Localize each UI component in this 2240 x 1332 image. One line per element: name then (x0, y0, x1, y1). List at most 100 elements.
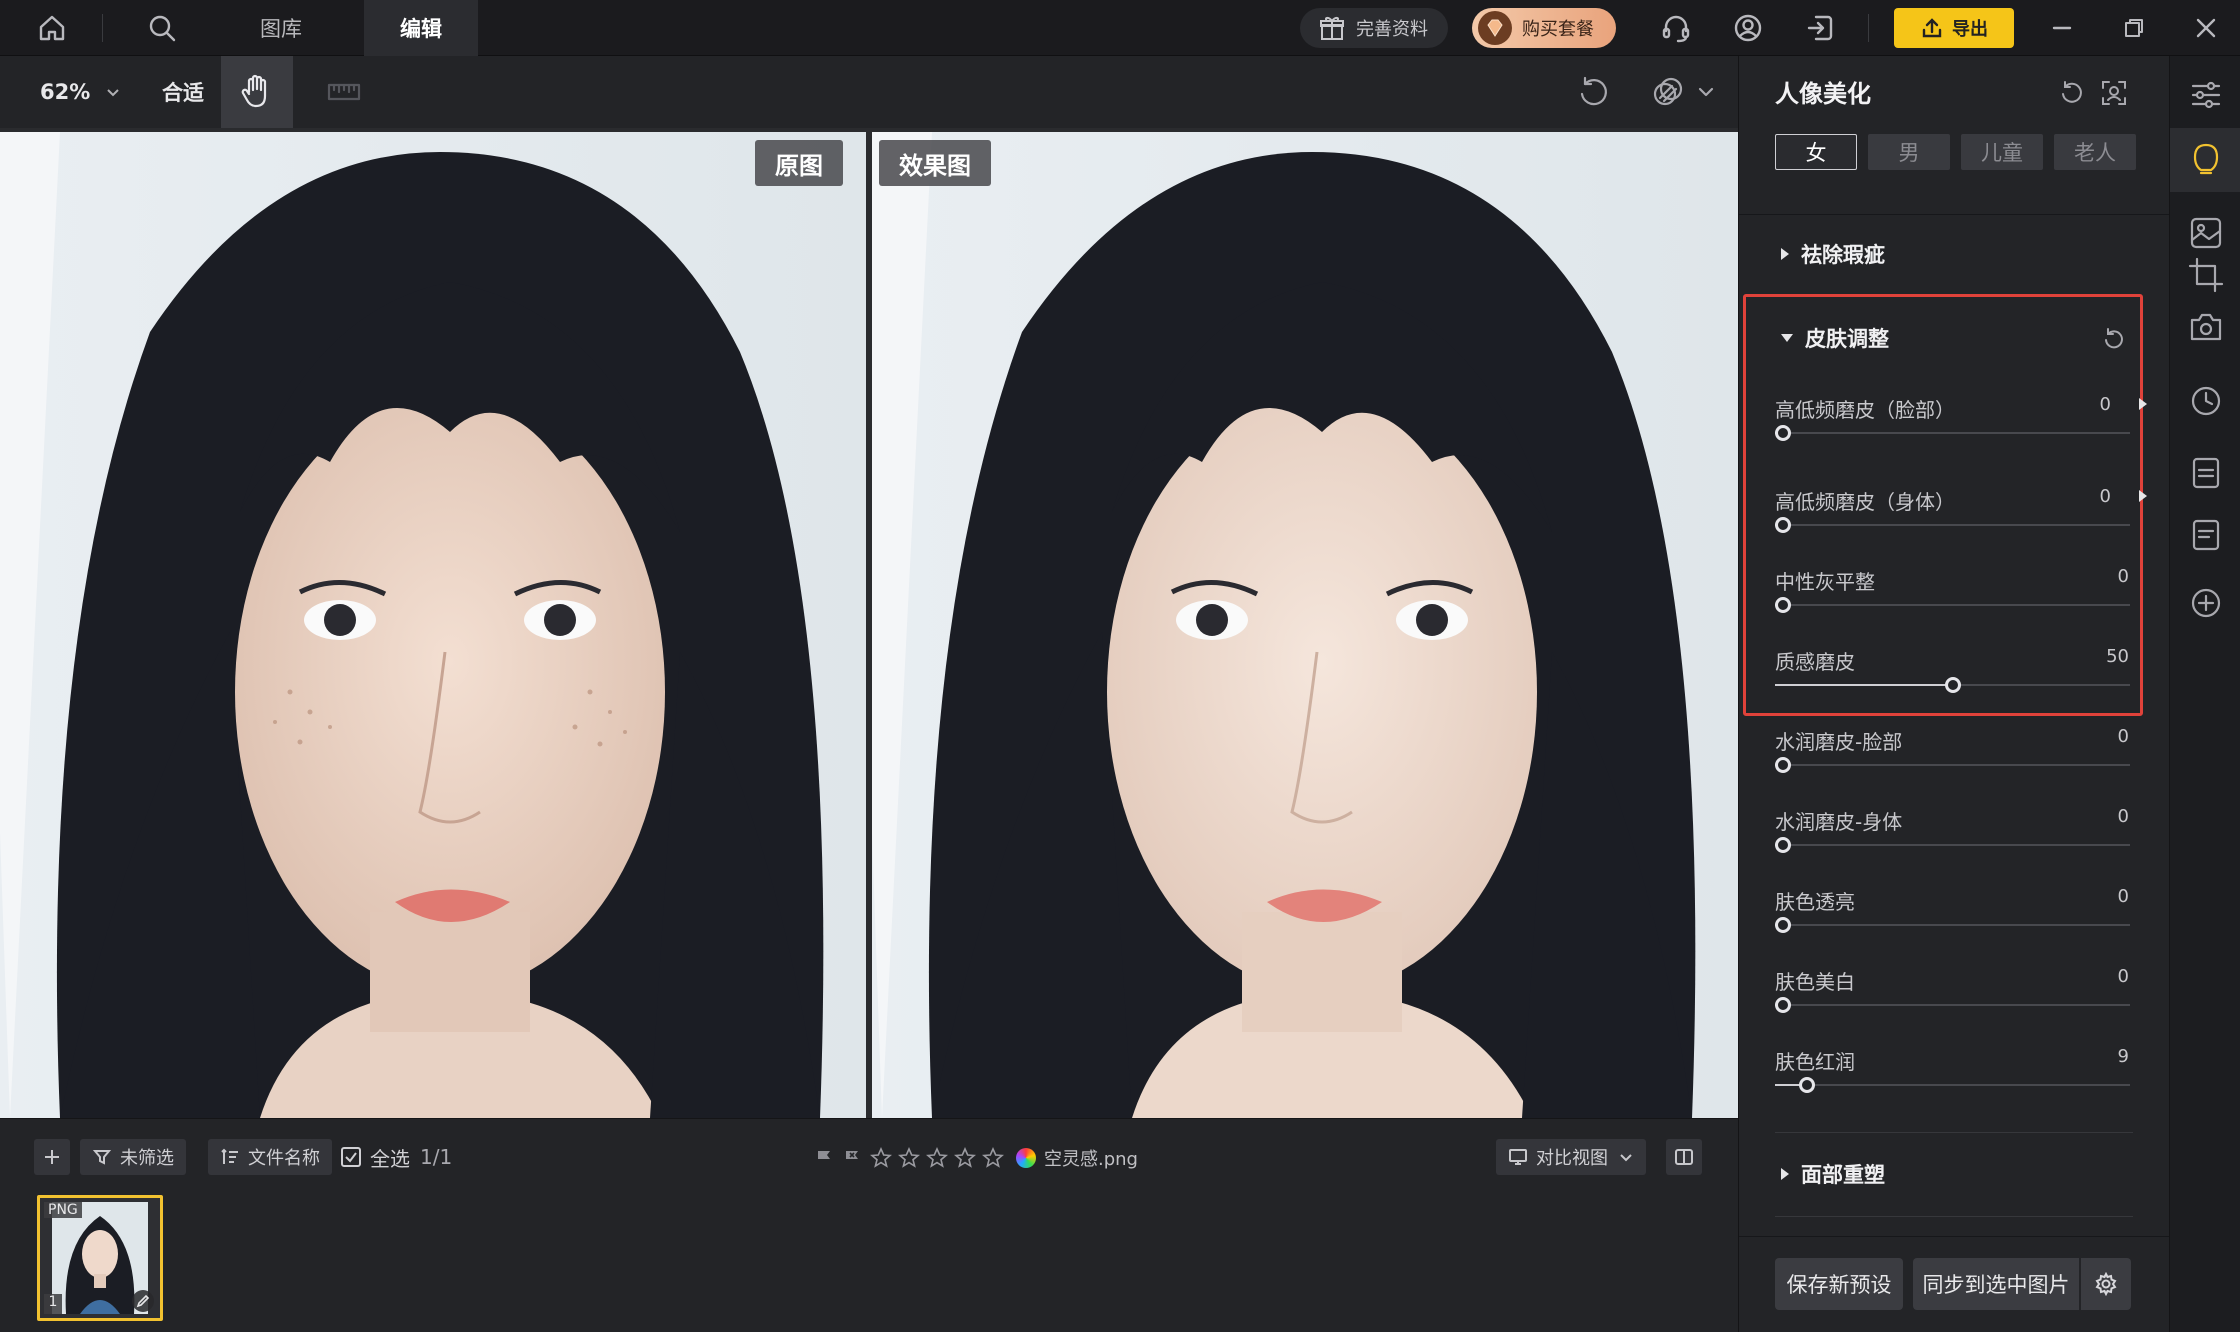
gender-male[interactable]: 男 (1868, 134, 1950, 170)
slider-value[interactable]: 0 (2100, 394, 2111, 415)
filter-button[interactable]: 未筛选 (80, 1139, 186, 1175)
divider (1775, 1216, 2133, 1217)
add-tool-icon[interactable] (2187, 584, 2225, 622)
hand-icon (241, 74, 267, 108)
slider-knob[interactable] (1775, 757, 1791, 773)
minimize-icon[interactable] (2044, 10, 2080, 46)
slider-knob[interactable] (1775, 917, 1791, 933)
tab-library[interactable]: 图库 (236, 0, 326, 56)
restore-icon[interactable] (2116, 10, 2152, 46)
slider-track[interactable] (1775, 1004, 2130, 1006)
hand-tool-button[interactable] (221, 56, 293, 128)
reset-icon[interactable] (2057, 78, 2087, 108)
expand-arrow-icon[interactable] (2139, 490, 2147, 502)
chevron-down-icon[interactable] (1694, 74, 1718, 110)
reject-flag-icon[interactable] (842, 1148, 862, 1168)
crop-icon[interactable] (2187, 256, 2225, 294)
fit-button[interactable]: 合适 (162, 56, 204, 128)
slider-knob[interactable] (1775, 997, 1791, 1013)
select-all-checkbox[interactable]: 全选 1/1 (340, 1139, 452, 1175)
thumbnail[interactable]: PNG 1 (37, 1195, 163, 1321)
adjust-sliders-icon[interactable] (2187, 76, 2225, 114)
ruler-icon[interactable] (326, 74, 362, 110)
slider-track[interactable] (1775, 924, 2130, 926)
view-mode-select[interactable]: 对比视图 (1496, 1139, 1646, 1175)
camera-icon[interactable] (2187, 308, 2225, 346)
face-detect-icon[interactable] (2099, 78, 2129, 108)
gender-female[interactable]: 女 (1775, 134, 1857, 170)
top-bar: 图库 编辑 完善资料 购买套餐 导出 (0, 0, 2240, 56)
slider-value[interactable]: 50 (2106, 646, 2129, 667)
section-face-reshape[interactable]: 面部重塑 (1781, 1154, 1885, 1194)
save-preset-button[interactable]: 保存新预设 (1775, 1258, 1903, 1310)
star-icon[interactable] (982, 1147, 1004, 1169)
buy-plan-button[interactable]: 购买套餐 (1472, 8, 1616, 48)
sort-button[interactable]: 文件名称 (208, 1139, 332, 1175)
flag-icon[interactable] (814, 1148, 834, 1168)
slider-row: 肤色红润 9 (1775, 1046, 2135, 1116)
slider-knob[interactable] (1775, 597, 1791, 613)
user-icon[interactable] (1730, 10, 1766, 46)
original-label: 原图 (755, 140, 843, 186)
star-rating[interactable] (870, 1147, 1004, 1169)
section-blemish[interactable]: 祛除瑕疵 (1781, 234, 1885, 274)
slider-track[interactable] (1775, 844, 2130, 846)
color-label-icon[interactable] (1016, 1148, 1036, 1168)
tab-edit[interactable]: 编辑 (364, 0, 478, 56)
slider-track[interactable] (1775, 1084, 2130, 1086)
portrait-beauty-icon[interactable] (2187, 140, 2225, 178)
split-view-button[interactable] (1666, 1139, 1702, 1175)
result-label: 效果图 (879, 140, 991, 186)
slider-value[interactable]: 0 (2118, 886, 2129, 907)
add-image-button[interactable] (34, 1139, 70, 1175)
slider-value[interactable]: 0 (2118, 726, 2129, 747)
star-icon[interactable] (870, 1147, 892, 1169)
close-icon[interactable] (2188, 10, 2224, 46)
history-icon[interactable] (2187, 382, 2225, 420)
result-image[interactable]: 效果图 (872, 132, 1738, 1118)
zoom-select[interactable]: 62% (40, 56, 122, 128)
upload-icon (1920, 16, 1944, 40)
slider-track[interactable] (1775, 764, 2130, 766)
slider-value[interactable]: 0 (2118, 966, 2129, 987)
slider-label: 质感磨皮 (1775, 650, 1855, 674)
star-icon[interactable] (954, 1147, 976, 1169)
section-reset-icon[interactable] (2101, 326, 2127, 352)
divider (1775, 1132, 2133, 1133)
complete-profile-button[interactable]: 完善资料 (1300, 8, 1448, 48)
slider-knob[interactable] (1798, 1077, 1815, 1093)
headset-icon[interactable] (1658, 10, 1694, 46)
sync-to-selected-button[interactable]: 同步到选中图片 (1913, 1258, 2079, 1310)
undo-icon[interactable] (1576, 74, 1612, 110)
slider-track[interactable] (1775, 524, 2130, 526)
logout-icon[interactable] (1802, 10, 1838, 46)
layers-icon[interactable] (2187, 516, 2225, 554)
gender-elderly[interactable]: 老人 (2054, 134, 2136, 170)
sync-settings-button[interactable] (2081, 1258, 2131, 1310)
gender-child[interactable]: 儿童 (1961, 134, 2043, 170)
original-image[interactable]: 原图 (0, 132, 866, 1118)
slider-knob[interactable] (1944, 677, 1961, 693)
export-button[interactable]: 导出 (1894, 8, 2014, 48)
slider-track[interactable] (1775, 432, 2130, 434)
slider-value[interactable]: 9 (2118, 1046, 2129, 1067)
slider-track[interactable] (1775, 604, 2130, 606)
star-icon[interactable] (926, 1147, 948, 1169)
slider-knob[interactable] (1775, 517, 1791, 533)
slider-value[interactable]: 0 (2118, 806, 2129, 827)
image-edit-icon[interactable] (2187, 214, 2225, 252)
slider-knob[interactable] (1775, 425, 1791, 441)
slider-value[interactable]: 0 (2118, 566, 2129, 587)
star-icon[interactable] (898, 1147, 920, 1169)
format-badge: PNG (44, 1202, 82, 1218)
canvas-toolbar: 62% 合适 (0, 56, 1738, 128)
notes-icon[interactable] (2187, 454, 2225, 492)
slider-row: 质感磨皮 50 (1775, 646, 2135, 716)
compare-mode-icon[interactable] (1650, 74, 1686, 110)
slider-knob[interactable] (1775, 837, 1791, 853)
home-icon[interactable] (34, 10, 70, 46)
expand-arrow-icon[interactable] (2139, 398, 2147, 410)
slider-value[interactable]: 0 (2100, 486, 2111, 507)
search-icon[interactable] (144, 10, 180, 46)
section-skin[interactable]: 皮肤调整 (1781, 318, 1889, 358)
